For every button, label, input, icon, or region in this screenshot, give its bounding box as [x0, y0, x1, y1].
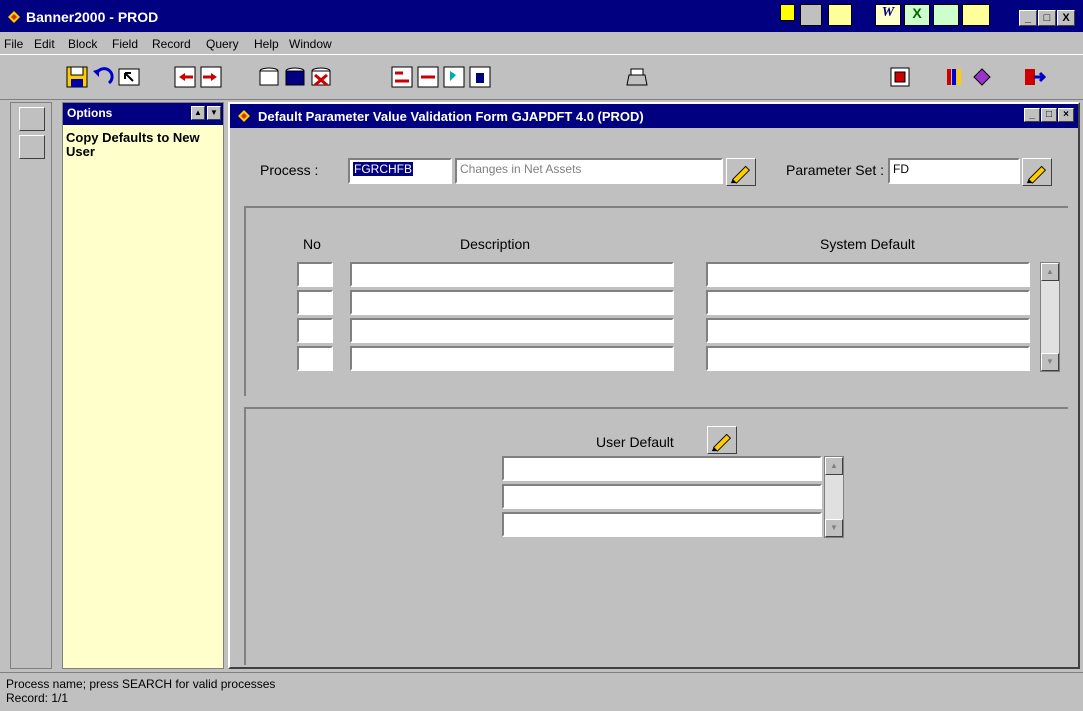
save-icon[interactable]	[65, 65, 89, 89]
menu-edit[interactable]: Edit	[34, 37, 55, 51]
parameter-set-field[interactable]: FD	[888, 158, 1020, 184]
toolbar	[0, 54, 1083, 100]
left-icon-strip	[10, 102, 52, 669]
print-record-icon[interactable]	[468, 65, 492, 89]
search-flashlight-icon	[711, 433, 732, 452]
tray-folder-icon[interactable]	[828, 4, 852, 26]
menu-file[interactable]: File	[4, 37, 23, 51]
search-flashlight-icon	[730, 165, 751, 184]
col-header-system-default: System Default	[820, 236, 915, 252]
select-icon[interactable]	[117, 65, 141, 89]
options-header: Options ▲ ▼	[63, 103, 223, 125]
user-default-cell[interactable]	[502, 484, 822, 509]
maximize-button[interactable]: □	[1038, 10, 1056, 26]
user-default-cell[interactable]	[502, 512, 822, 537]
parameter-set-label: Parameter Set :	[786, 162, 885, 178]
form-close-button[interactable]: ×	[1058, 108, 1074, 122]
close-button[interactable]: X	[1057, 10, 1075, 26]
user-default-cell[interactable]	[502, 456, 822, 481]
grid-system-default-cell[interactable]	[706, 262, 1030, 287]
grid-description-cell[interactable]	[350, 262, 674, 287]
tray-app-icon[interactable]	[933, 4, 959, 26]
scroll-up-arrow-icon[interactable]: ▲	[825, 457, 843, 475]
previous-block-icon[interactable]	[173, 65, 197, 89]
exit-icon[interactable]	[1022, 65, 1046, 89]
help-icon[interactable]	[970, 65, 994, 89]
books-icon[interactable]	[944, 65, 968, 89]
menu-record[interactable]: Record	[152, 37, 191, 51]
grid-scrollbar[interactable]: ▲ ▼	[1040, 262, 1060, 372]
search-flashlight-icon	[1026, 165, 1047, 184]
grid-no-cell[interactable]	[297, 318, 333, 343]
process-code-field[interactable]: FGRCHFB	[348, 158, 452, 184]
tray-color-icon[interactable]	[780, 4, 795, 21]
scroll-down-icon[interactable]: ▼	[207, 106, 221, 120]
menu-window[interactable]: Window	[289, 37, 332, 51]
form-window: Default Parameter Value Validation Form …	[228, 102, 1080, 669]
form-minimize-button[interactable]: _	[1024, 108, 1040, 122]
grid-no-cell[interactable]	[297, 346, 333, 371]
options-panel: Options ▲ ▼ Copy Defaults to New User	[62, 102, 224, 669]
scroll-down-arrow-icon[interactable]: ▼	[825, 519, 843, 537]
grid-description-cell[interactable]	[350, 318, 674, 343]
minimize-button[interactable]: _	[1019, 10, 1037, 26]
user-default-scrollbar[interactable]: ▲ ▼	[824, 456, 844, 538]
scroll-down-arrow-icon[interactable]: ▼	[1041, 353, 1059, 371]
grid-system-default-cell[interactable]	[706, 318, 1030, 343]
menu-bar: File Edit Block Field Record Query Help …	[0, 32, 1083, 54]
calendar-icon[interactable]	[19, 135, 45, 159]
status-message: Process name; press SEARCH for valid pro…	[6, 677, 276, 691]
form-icon	[238, 110, 250, 122]
process-desc-field: Changes in Net Assets	[455, 158, 723, 184]
grid-no-cell[interactable]	[297, 262, 333, 287]
app-titlebar: Banner2000 - PROD W X _ □ X	[0, 0, 1083, 32]
grid-no-cell[interactable]	[297, 290, 333, 315]
menu-field[interactable]: Field	[112, 37, 138, 51]
scroll-up-arrow-icon[interactable]: ▲	[1041, 263, 1059, 281]
tray-word-icon[interactable]: W	[875, 4, 901, 26]
remove-record-icon[interactable]	[416, 65, 440, 89]
tray-excel-icon[interactable]: X	[904, 4, 930, 26]
scroll-up-icon[interactable]: ▲	[191, 106, 205, 120]
grid-system-default-cell[interactable]	[706, 290, 1030, 315]
form-maximize-button[interactable]: □	[1041, 108, 1057, 122]
next-block-icon[interactable]	[199, 65, 223, 89]
execute-query-icon[interactable]	[283, 65, 307, 89]
tray-key-icon[interactable]	[962, 4, 990, 26]
grid-description-cell[interactable]	[350, 290, 674, 315]
insert-record-icon[interactable]	[390, 65, 414, 89]
app-title: Banner2000 - PROD	[26, 9, 159, 25]
grid-description-cell[interactable]	[350, 346, 674, 371]
user-default-label: User Default	[596, 434, 674, 450]
options-title: Options	[67, 106, 113, 120]
tray-doc-icon[interactable]	[800, 4, 822, 26]
parameter-set-search-button[interactable]	[1022, 158, 1052, 186]
col-header-no: No	[303, 236, 321, 252]
record-count: Record: 1/1	[6, 691, 69, 705]
banner-app-icon	[8, 11, 20, 23]
enter-query-icon[interactable]	[257, 65, 281, 89]
calculator-icon[interactable]	[19, 107, 45, 131]
print-icon[interactable]	[625, 65, 649, 89]
form-title: Default Parameter Value Validation Form …	[258, 109, 644, 124]
duplicate-record-icon[interactable]	[442, 65, 466, 89]
menu-help[interactable]: Help	[254, 37, 279, 51]
user-default-search-button[interactable]	[707, 426, 737, 454]
option-copy-defaults[interactable]: Copy Defaults to New User	[63, 125, 223, 159]
rollback-icon[interactable]	[91, 65, 115, 89]
status-bar: Process name; press SEARCH for valid pro…	[0, 672, 1083, 711]
col-header-description: Description	[460, 236, 531, 252]
process-label: Process :	[260, 162, 319, 178]
grid-system-default-cell[interactable]	[706, 346, 1030, 371]
menu-query[interactable]: Query	[206, 37, 239, 51]
process-search-button[interactable]	[726, 158, 756, 186]
form-titlebar: Default Parameter Value Validation Form …	[230, 104, 1078, 128]
exit-form-icon[interactable]	[888, 65, 912, 89]
menu-block[interactable]: Block	[68, 37, 97, 51]
cancel-query-icon[interactable]	[309, 65, 333, 89]
